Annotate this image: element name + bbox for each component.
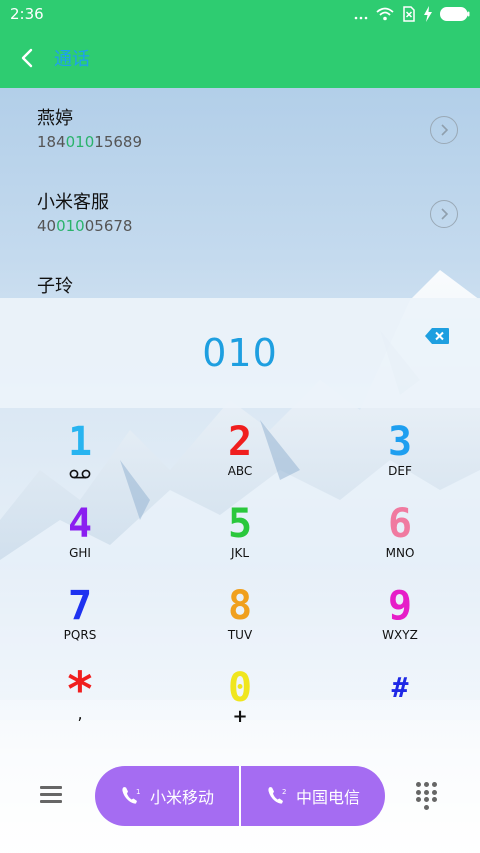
- key-1[interactable]: 1: [0, 418, 160, 500]
- phone-icon: 1: [122, 787, 140, 804]
- title-bar: 通话: [0, 28, 480, 88]
- contact-list: 燕婷 18401015689 小米客服 4001005678 子玲: [0, 88, 480, 297]
- key-star[interactable]: * ,: [0, 664, 160, 746]
- page-title: 通话: [54, 49, 90, 70]
- menu-button[interactable]: [40, 782, 68, 806]
- signal-icon: [354, 8, 368, 20]
- call-sim1-button[interactable]: 1 小米移动: [95, 766, 239, 826]
- key-hash[interactable]: #: [320, 664, 480, 746]
- svg-text:2: 2: [282, 788, 286, 796]
- key-3[interactable]: 3 DEF: [320, 418, 480, 500]
- key-4[interactable]: 4 GHI: [0, 500, 160, 582]
- key-5[interactable]: 5 JKL: [160, 500, 320, 582]
- key-2[interactable]: 2 ABC: [160, 418, 320, 500]
- dial-input-display: 010: [0, 298, 480, 408]
- voicemail-icon: [69, 464, 91, 483]
- chevron-left-icon: [21, 48, 33, 68]
- key-6[interactable]: 6 MNO: [320, 500, 480, 582]
- hamburger-icon: [40, 786, 68, 803]
- contact-number: 18401015689: [37, 133, 142, 151]
- dialpad-icon: [416, 782, 421, 787]
- list-item[interactable]: 燕婷 18401015689: [0, 88, 480, 172]
- contact-name: 小米客服: [37, 192, 109, 213]
- chevron-right-circle-icon: [441, 124, 449, 136]
- bottom-bar: 1 小米移动 2 中国电信: [0, 762, 480, 830]
- phone-icon: 2: [268, 787, 286, 804]
- status-time: 2:36: [10, 5, 44, 23]
- dialed-number: 010: [202, 331, 278, 375]
- contact-name: 燕婷: [37, 108, 73, 129]
- contact-name: 子玲: [37, 276, 73, 297]
- charging-icon: [424, 6, 432, 22]
- dialpad: 1 2 ABC 3 DEF 4 GHI 5 JKL 6 MNO 7 PQRS 8…: [0, 418, 480, 746]
- key-0[interactable]: 0 +: [160, 664, 320, 746]
- key-9[interactable]: 9 WXYZ: [320, 582, 480, 664]
- battery-icon: [440, 7, 470, 21]
- contact-number: 4001005678: [37, 217, 133, 235]
- key-7[interactable]: 7 PQRS: [0, 582, 160, 664]
- svg-text:1: 1: [136, 788, 140, 796]
- list-item[interactable]: 子玲: [0, 256, 480, 297]
- call-sim2-button[interactable]: 2 中国电信: [239, 766, 385, 826]
- status-bar: 2:36: [0, 0, 480, 28]
- backspace-icon: [425, 328, 449, 344]
- contact-detail-button[interactable]: [430, 200, 458, 228]
- sim1-label: 小米移动: [149, 788, 214, 807]
- contact-detail-button[interactable]: [430, 116, 458, 144]
- no-sim-icon: [402, 6, 416, 22]
- dialpad-toggle-button[interactable]: [416, 782, 438, 810]
- call-buttons: 1 小米移动 2 中国电信: [95, 766, 385, 826]
- delete-button[interactable]: [424, 327, 450, 349]
- sim2-label: 中国电信: [295, 788, 360, 807]
- wifi-icon: [376, 7, 394, 21]
- key-8[interactable]: 8 TUV: [160, 582, 320, 664]
- chevron-right-circle-icon: [441, 208, 449, 220]
- back-button[interactable]: [0, 28, 54, 88]
- list-item[interactable]: 小米客服 4001005678: [0, 172, 480, 256]
